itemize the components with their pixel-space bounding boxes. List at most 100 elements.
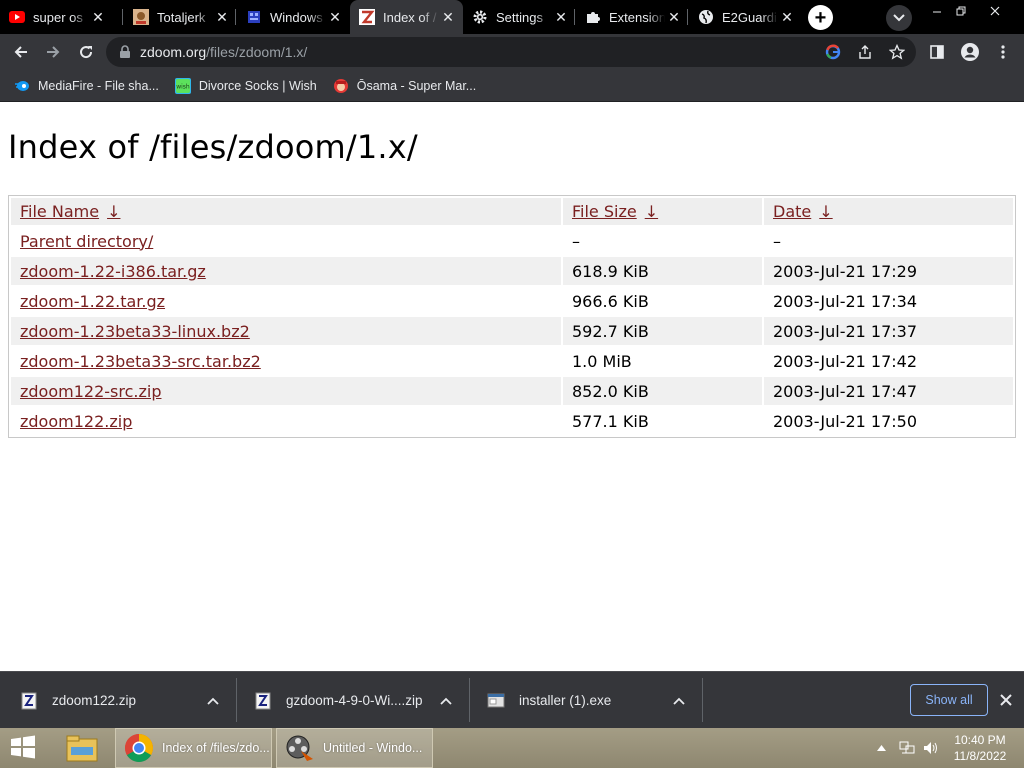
- tab-search-button[interactable]: [886, 5, 912, 31]
- file-size-cell: 1.0 MiB: [572, 351, 632, 371]
- tab-totaljerkface[interactable]: Totaljerk ✕: [124, 0, 237, 34]
- file-date-cell: 2003-Jul-21 17:42: [773, 351, 918, 371]
- lock-icon[interactable]: [118, 44, 132, 60]
- table-row: zdoom122-src.zip 852.0 KiB 2003-Jul-21 1…: [11, 377, 1013, 405]
- close-icon: [990, 6, 1000, 16]
- bookmark-osama-mario[interactable]: Ōsama - Super Mar...: [333, 78, 476, 94]
- windows-game-icon: [246, 9, 262, 25]
- chevron-up-icon[interactable]: [671, 693, 687, 709]
- profile-button[interactable]: [957, 39, 983, 65]
- chrome-icon: [125, 734, 153, 762]
- download-divider: [236, 678, 237, 722]
- back-button[interactable]: [8, 39, 34, 65]
- globe-icon: [698, 9, 714, 25]
- close-icon[interactable]: ✕: [552, 8, 570, 26]
- tab-e2guardian[interactable]: E2Guardi ✕: [689, 0, 802, 34]
- close-icon[interactable]: ✕: [778, 8, 796, 26]
- windows-taskbar: Index of /files/zdo... Untitled - Windo.…: [0, 728, 1024, 768]
- taskbar-movie-maker[interactable]: Untitled - Windo...: [276, 728, 433, 768]
- restore-button[interactable]: [946, 0, 976, 22]
- header-label: File Name: [20, 202, 100, 221]
- mario-icon: [333, 78, 349, 94]
- close-icon[interactable]: ✕: [439, 8, 457, 26]
- youtube-icon: [9, 9, 25, 25]
- download-item[interactable]: zdoom122.zip: [20, 672, 230, 729]
- file-name-cell: zdoom-1.23beta33-linux.bz2: [11, 317, 561, 345]
- tab-strip: super os ✕ Totaljerk ✕ Windows ✕ Index o…: [0, 0, 1024, 34]
- download-item[interactable]: gzdoom-4-9-0-Wi....zip: [254, 672, 464, 729]
- taskbar-file-explorer[interactable]: [60, 728, 104, 768]
- google-icon[interactable]: [820, 39, 846, 65]
- exe-file-icon: [487, 693, 505, 707]
- new-tab-button[interactable]: +: [808, 5, 833, 30]
- file-link[interactable]: zdoom-1.22.tar.gz: [20, 292, 165, 311]
- bookmark-mediafire[interactable]: MediaFire - File sha...: [14, 78, 159, 94]
- bookmarks-bar: MediaFire - File sha... wish Divorce Soc…: [0, 70, 1024, 102]
- file-link[interactable]: zdoom-1.23beta33-linux.bz2: [20, 322, 250, 341]
- close-icon[interactable]: ✕: [213, 8, 231, 26]
- taskbar-clock[interactable]: 10:40 PM 11/8/2022: [950, 732, 1010, 764]
- close-icon[interactable]: ✕: [665, 8, 683, 26]
- close-download-bar-button[interactable]: [996, 690, 1016, 710]
- bookmark-label: Ōsama - Super Mar...: [356, 78, 477, 93]
- share-icon[interactable]: [852, 39, 878, 65]
- url-text[interactable]: zdoom.org/files/zdoom/1.x/: [140, 44, 820, 60]
- side-panel-icon: [930, 45, 944, 59]
- tab-divider: [574, 9, 575, 25]
- file-name-cell: zdoom-1.22.tar.gz: [11, 287, 561, 315]
- chrome-menu-button[interactable]: [990, 39, 1016, 65]
- sort-by-size-link[interactable]: File Size ↓: [572, 202, 658, 221]
- file-name-cell: zdoom-1.23beta33-src.tar.bz2: [11, 347, 561, 375]
- close-icon[interactable]: ✕: [326, 8, 344, 26]
- arrow-left-icon: [14, 46, 27, 58]
- download-bar: zdoom122.zip gzdoom-4-9-0-Wi....zip inst…: [0, 671, 1024, 728]
- svg-text:wish: wish: [176, 83, 190, 90]
- sort-arrow-icon: ↓: [819, 202, 833, 221]
- tab-extensions[interactable]: Extension ✕: [576, 0, 689, 34]
- volume-icon[interactable]: [920, 741, 942, 755]
- file-link[interactable]: zdoom122-src.zip: [20, 382, 161, 401]
- file-link[interactable]: zdoom-1.23beta33-src.tar.bz2: [20, 352, 261, 371]
- file-link[interactable]: zdoom-1.22-i386.tar.gz: [20, 262, 206, 281]
- clock-date: 11/8/2022: [953, 749, 1007, 763]
- zip-file-icon: [21, 692, 37, 709]
- bookmark-star-icon[interactable]: [884, 39, 910, 65]
- file-link[interactable]: zdoom122.zip: [20, 412, 132, 431]
- tab-zdoom-index[interactable]: Index of / ✕: [350, 0, 463, 34]
- tab-windows[interactable]: Windows ✕: [237, 0, 350, 34]
- forward-button[interactable]: [40, 39, 66, 65]
- sort-by-date-link[interactable]: Date ↓: [773, 202, 833, 221]
- download-item[interactable]: installer (1).exe: [487, 672, 697, 729]
- file-size-cell: 618.9 KiB: [563, 257, 762, 285]
- window-close-button[interactable]: [980, 0, 1010, 22]
- column-header-date: Date ↓: [764, 198, 1013, 225]
- file-name-cell: zdoom122-src.zip: [11, 377, 561, 405]
- file-size-cell: 577.1 KiB: [572, 411, 649, 431]
- bookmark-wish[interactable]: wish Divorce Socks | Wish: [174, 77, 317, 94]
- tab-title: Index of /: [383, 9, 437, 25]
- chevron-up-icon[interactable]: [438, 693, 454, 709]
- page-title: Index of /files/zdoom/1.x/: [8, 128, 418, 166]
- network-icon[interactable]: [896, 741, 918, 755]
- side-panel-button[interactable]: [924, 39, 950, 65]
- start-button[interactable]: [8, 734, 40, 762]
- taskbar-chrome[interactable]: Index of /files/zdo...: [115, 728, 272, 768]
- minimize-icon: [933, 11, 941, 13]
- movie-maker-icon: [286, 735, 313, 761]
- show-hidden-icons-button[interactable]: [872, 745, 890, 751]
- bookmark-label: Divorce Socks | Wish: [198, 78, 317, 93]
- header-label: File Size: [572, 202, 637, 221]
- tab-youtube[interactable]: super os ✕: [0, 0, 113, 34]
- chevron-up-icon[interactable]: [205, 693, 221, 709]
- bookmark-label: MediaFire - File sha...: [38, 78, 159, 93]
- show-all-downloads-button[interactable]: Show all: [910, 684, 988, 716]
- reload-button[interactable]: [73, 39, 99, 65]
- parent-directory-link[interactable]: Parent directory/: [20, 232, 153, 251]
- file-date-cell: 2003-Jul-21 17:47: [764, 377, 1013, 405]
- file-date-cell: 2003-Jul-21 17:37: [764, 317, 1013, 345]
- tab-settings[interactable]: Settings ✕: [463, 0, 576, 34]
- mediafire-icon: [14, 78, 30, 94]
- close-icon[interactable]: ✕: [89, 8, 107, 26]
- sort-by-name-link[interactable]: File Name ↓: [20, 202, 120, 221]
- address-bar[interactable]: zdoom.org/files/zdoom/1.x/: [106, 37, 916, 67]
